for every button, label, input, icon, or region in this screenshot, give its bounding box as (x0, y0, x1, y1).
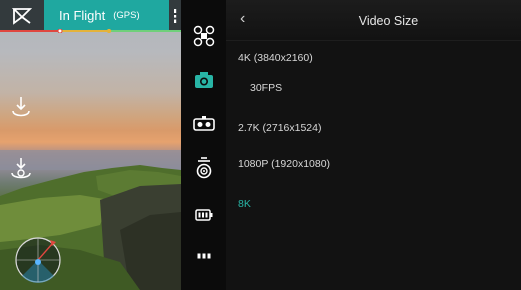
settings-category-bar (181, 0, 226, 290)
aircraft-settings-icon (193, 25, 214, 47)
option-30fps[interactable]: 30FPS (250, 82, 282, 94)
attitude-radar[interactable] (14, 236, 62, 284)
flight-status-chip[interactable]: In Flight (GPS) (44, 0, 169, 31)
tab-image-transmission[interactable] (181, 148, 226, 188)
tab-more[interactable] (181, 236, 226, 276)
camera-live-view[interactable]: In Flight (GPS) (0, 0, 181, 290)
tab-aircraft[interactable] (181, 16, 226, 56)
top-status-bar: In Flight (GPS) (0, 0, 181, 31)
dji-go-logo-icon[interactable] (12, 7, 32, 25)
header-divider (226, 40, 521, 41)
gps-signal-label: (GPS) (113, 10, 140, 21)
flight-mode-label: In Flight (59, 8, 106, 23)
image-transmission-icon (196, 157, 211, 179)
camera-settings-icon (194, 72, 213, 88)
auto-takeoff-icon[interactable] (9, 95, 33, 121)
option-4k[interactable]: 4K (3840x2160) (238, 52, 313, 64)
panel-title: Video Size (358, 14, 419, 28)
video-size-panel: ‹ Video Size 4K (3840x2160) 30FPS 2.7K (… (226, 0, 521, 290)
option-2-7k[interactable]: 2.7K (2716x1524) (238, 122, 321, 134)
option-1080p[interactable]: 1080P (1920x1080) (238, 158, 330, 170)
tab-remote-controller[interactable] (181, 104, 226, 144)
battery-level-bar (0, 29, 181, 33)
return-to-home-icon[interactable] (9, 155, 33, 181)
option-8k[interactable]: 8K (238, 198, 251, 210)
remote-controller-icon (192, 116, 215, 131)
battery-icon (194, 209, 212, 221)
more-settings-icon (197, 253, 210, 259)
vertical-dots-icon[interactable] (172, 8, 178, 24)
tab-camera[interactable] (181, 60, 226, 100)
tab-battery[interactable] (181, 195, 226, 235)
